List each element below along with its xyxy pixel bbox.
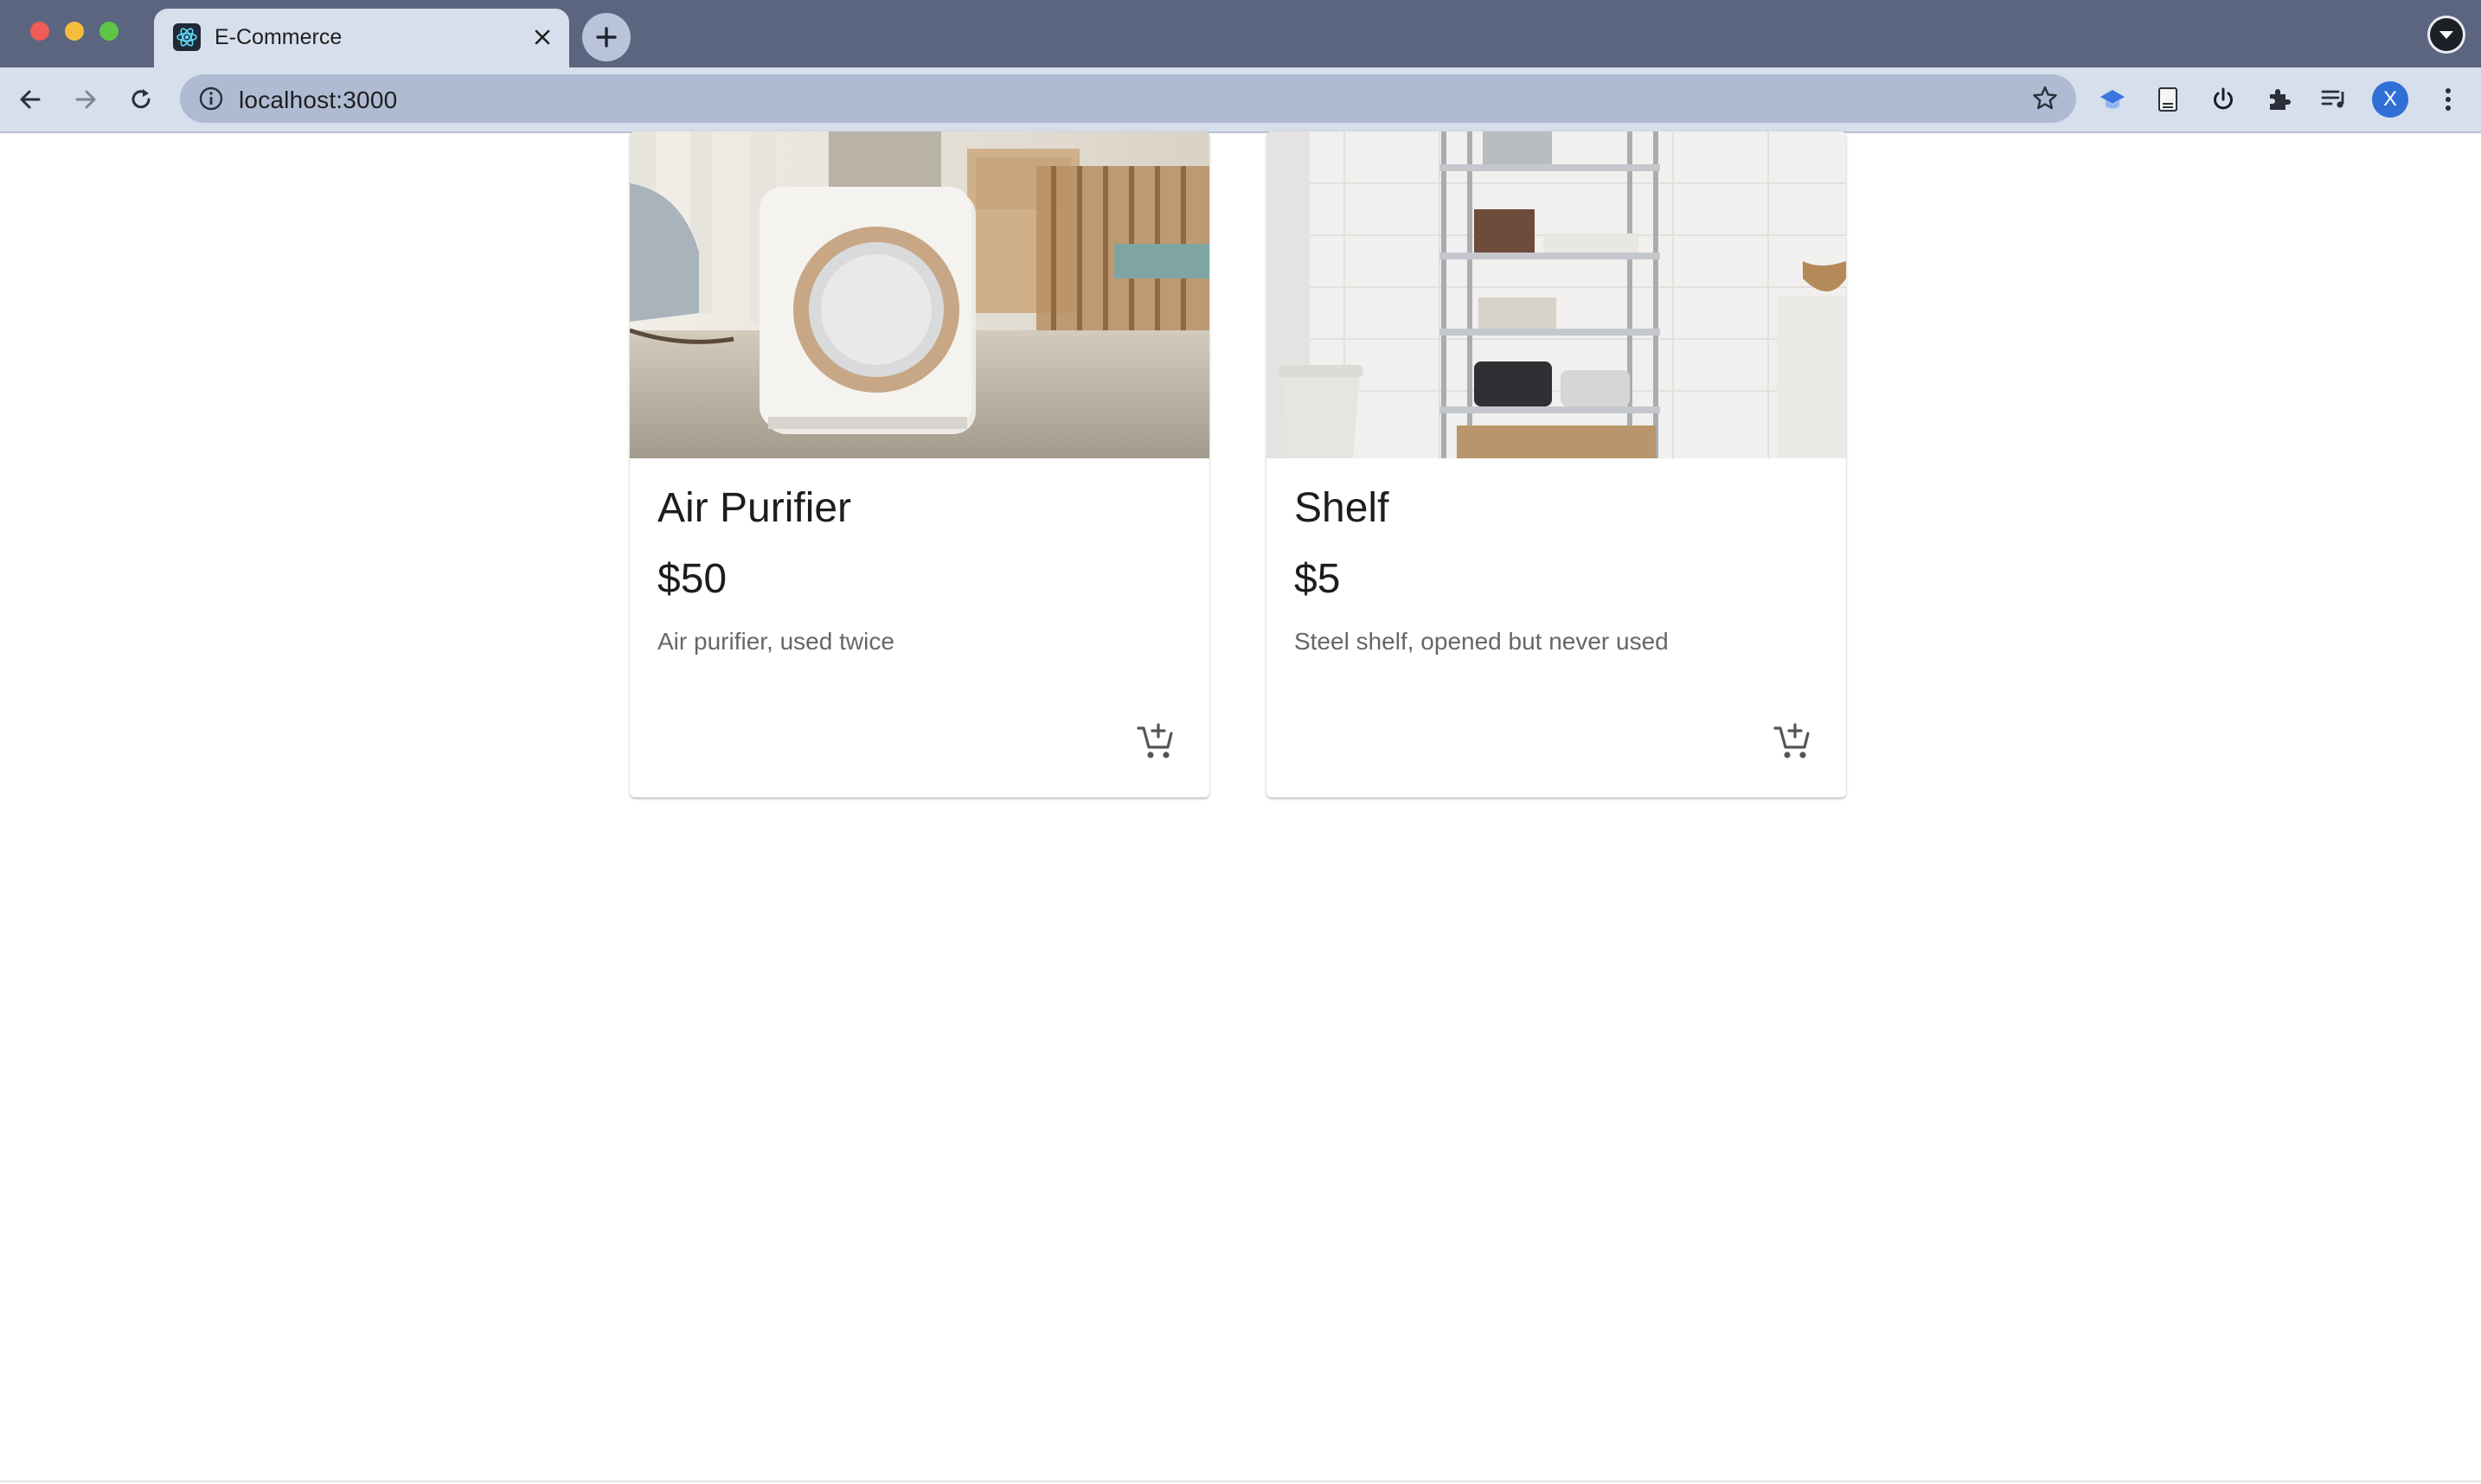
add-to-cart-button[interactable] (1128, 714, 1183, 770)
profile-avatar[interactable]: X (2372, 81, 2408, 118)
product-image (1266, 131, 1846, 458)
back-arrow-icon[interactable] (10, 80, 50, 119)
extensions-puzzle-icon[interactable] (2261, 82, 2296, 117)
browser-tab[interactable]: E-Commerce (154, 9, 569, 67)
star-icon[interactable] (2029, 83, 2061, 114)
info-icon[interactable] (197, 85, 225, 112)
tab-search-button[interactable] (2427, 16, 2465, 54)
plus-icon (596, 27, 617, 48)
product-price: $5 (1294, 556, 1341, 602)
add-to-cart-button[interactable] (1765, 714, 1820, 770)
maximize-window-button[interactable] (99, 22, 119, 41)
product-card[interactable]: Air Purifier $50 Air purifier, used twic… (630, 131, 1209, 797)
browser-tab-strip: E-Commerce (0, 0, 2481, 67)
react-icon (173, 23, 201, 51)
product-title: Air Purifier (657, 485, 852, 531)
forward-arrow-icon[interactable] (66, 80, 106, 119)
close-window-button[interactable] (30, 22, 49, 41)
url-text[interactable]: localhost:3000 (239, 86, 397, 114)
browser-toolbar: localhost:3000 X (0, 67, 2481, 133)
add-shopping-cart-icon (1773, 723, 1810, 758)
product-image (630, 131, 1209, 458)
page-bottom-divider (0, 1481, 2481, 1482)
more-vertical-icon[interactable] (2431, 82, 2465, 117)
extension-power-icon[interactable] (2206, 82, 2241, 117)
add-shopping-cart-icon (1137, 723, 1173, 758)
product-description: Steel shelf, opened but never used (1294, 628, 1669, 655)
product-description: Air purifier, used twice (657, 628, 894, 655)
close-icon[interactable] (528, 22, 557, 52)
product-title: Shelf (1294, 485, 1389, 531)
minimize-window-button[interactable] (65, 22, 84, 41)
product-price: $50 (657, 556, 728, 602)
extension-graduation-cap-icon[interactable] (2095, 82, 2130, 117)
tab-title: E-Commerce (215, 25, 343, 49)
address-bar[interactable]: localhost:3000 (180, 74, 2076, 123)
chevron-down-icon (2430, 18, 2463, 51)
extension-document-icon[interactable] (2151, 82, 2185, 117)
reload-icon[interactable] (121, 80, 161, 119)
new-tab-button[interactable] (582, 13, 631, 61)
media-queue-icon[interactable] (2317, 82, 2351, 117)
product-card[interactable]: Shelf $5 Steel shelf, opened but never u… (1266, 131, 1846, 797)
